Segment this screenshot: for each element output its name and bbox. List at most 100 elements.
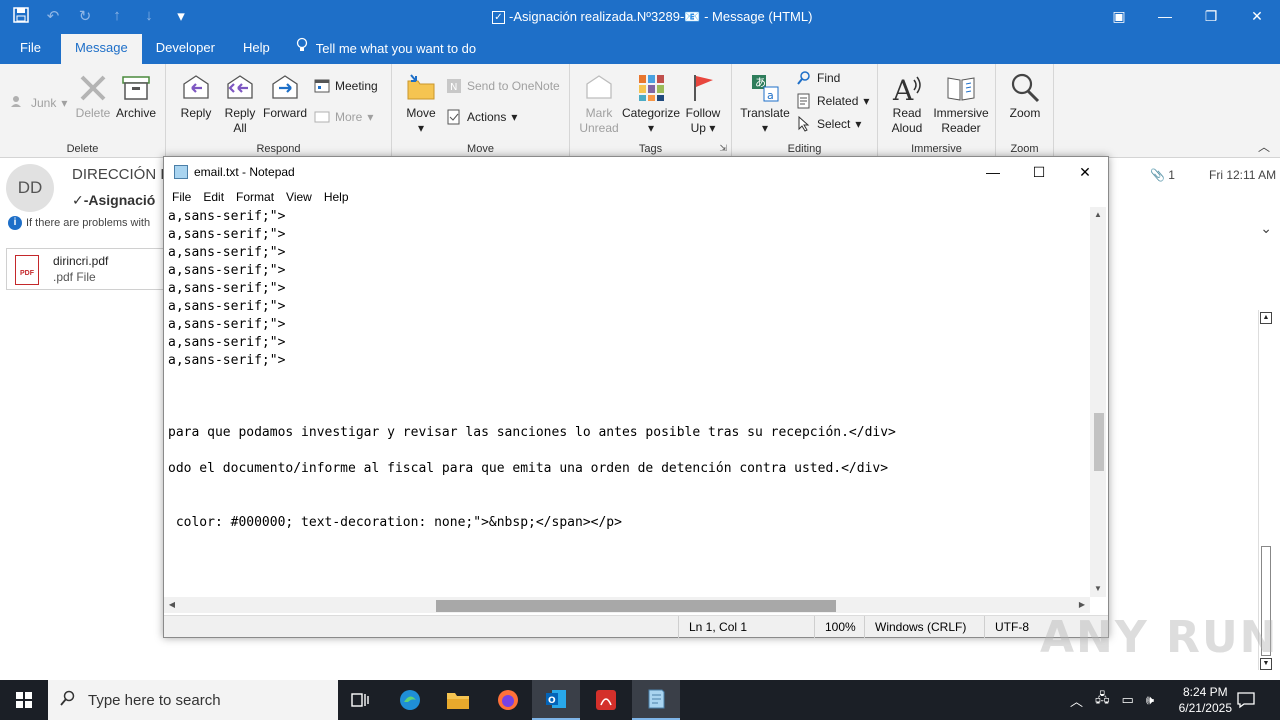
archive-button[interactable]: Archive [114,72,158,121]
minimize-button[interactable]: — [1142,0,1188,32]
dropdown-arrow-icon: ▾ [855,117,862,131]
notepad-vertical-scrollbar[interactable]: ▲ ▼ [1090,207,1106,597]
follow-label-1: Follow [685,106,721,120]
attachment-card[interactable]: PDF dirincri.pdf .pdf File [6,248,176,290]
notepad-maximize-button[interactable]: ☐ [1016,157,1062,187]
sender-name[interactable]: DIRECCIÓN D [72,166,171,183]
move-button[interactable]: Move ▾ [402,72,440,136]
notepad-text-area[interactable]: a,sans-serif;"> a,sans-serif;"> a,sans-s… [168,207,1092,597]
delete-button[interactable]: Delete [74,72,112,121]
tab-developer[interactable]: Developer [142,34,229,64]
show-hidden-icons-icon[interactable]: ︿ [1070,691,1083,710]
ribbon-display-options-icon[interactable]: ▣ [1096,0,1142,32]
task-view-button[interactable] [336,680,384,720]
find-button[interactable]: Find [796,70,840,86]
reply-button[interactable]: Reply [176,72,216,121]
lightbulb-icon [296,35,308,63]
text-line: para que podamos investigar y revisar la… [168,425,896,440]
actions-icon [446,109,462,125]
dialog-launcher-icon[interactable]: ⇲ [719,143,727,154]
select-label: Select [817,117,851,131]
collapse-ribbon-icon[interactable]: ︿ [1258,138,1270,155]
taskbar-notepad[interactable] [632,680,680,720]
group-label-respond: Respond [256,143,301,155]
zoom-button[interactable]: Zoom [1002,72,1048,121]
follow-up-button[interactable]: Follow Up ▾ [682,72,724,136]
tab-file[interactable]: File [0,34,61,64]
undo-icon[interactable]: ↶ [44,7,62,27]
menu-file[interactable]: File [172,187,199,207]
horizontal-scrollbar-thumb[interactable] [436,600,836,612]
avatar: DD [6,164,54,212]
categorize-button[interactable]: Categorize ▾ [622,72,680,136]
translate-button[interactable]: あa Translate ▾ [738,72,792,136]
actions-button[interactable]: Actions ▾ [446,109,517,125]
text-line: a,sans-serif;"> [168,263,286,278]
menu-edit[interactable]: Edit [203,187,232,207]
previous-item-icon[interactable]: ↑ [108,7,126,27]
select-button[interactable]: Select ▾ [796,115,862,132]
customize-qat-icon[interactable]: ▾ [172,7,190,27]
reply-all-label-2: All [233,121,247,135]
mark-unread-button[interactable]: Mark Unread [578,72,620,136]
scroll-up-arrow-icon[interactable]: ▲ [1260,312,1272,324]
network-icon[interactable]: 🖧 [1095,689,1110,711]
volume-icon[interactable]: 🕪 [1146,692,1154,708]
taskbar-file-explorer[interactable] [434,680,482,720]
read-aloud-button[interactable]: A Read Aloud [884,72,930,136]
taskbar: Type here to search O ︿ 🖧 ▭ 🕪 8:24 PM 6/… [0,680,1280,720]
dropdown-arrow-icon: ▾ [367,110,374,124]
notepad-close-button[interactable]: ✕ [1062,157,1108,187]
forward-button[interactable]: Forward [262,72,308,121]
taskbar-edge[interactable] [386,680,434,720]
notepad-minimize-button[interactable]: — [970,157,1016,187]
vertical-scrollbar-thumb[interactable] [1094,413,1104,471]
notification-center-button[interactable] [1222,680,1270,720]
group-label-editing: Editing [787,143,822,155]
redo-icon[interactable]: ↻ [76,7,94,27]
scroll-down-arrow-icon[interactable]: ▼ [1090,581,1106,597]
more-button[interactable]: More ▾ [314,109,373,125]
save-icon[interactable] [12,7,30,27]
read-aloud-label-2: Aloud [891,121,923,135]
junk-label: Junk [31,95,57,110]
menu-format[interactable]: Format [236,187,282,207]
taskbar-acrobat[interactable] [582,680,630,720]
scroll-up-arrow-icon[interactable]: ▲ [1090,207,1106,223]
group-label-tags: Tags [638,143,663,155]
status-zoom: 100% [814,616,866,638]
menu-help[interactable]: Help [324,187,357,207]
outlook-title-bar: ↶ ↻ ↑ ↓ ▾ ✓ -Asignación realizada.Nº3289… [0,0,1280,34]
taskbar-search-box[interactable]: Type here to search [48,680,338,720]
close-button[interactable]: ✕ [1234,0,1280,32]
immersive-label-2: Reader [941,121,981,135]
scroll-right-arrow-icon[interactable]: ▶ [1074,597,1090,613]
junk-button[interactable]: Junk ▾ [10,94,67,111]
categorize-label: Categorize [622,106,681,120]
next-item-icon[interactable]: ↓ [140,7,158,27]
meeting-button[interactable]: Meeting [314,78,378,94]
immersive-reader-button[interactable]: Immersive Reader [930,72,992,136]
notepad-icon [648,689,665,709]
reply-all-button[interactable]: Reply All [220,72,260,136]
more-label: More [335,110,363,124]
taskbar-outlook[interactable]: O [532,680,580,720]
task-view-icon [351,693,369,707]
scroll-left-arrow-icon[interactable]: ◀ [164,597,180,613]
notepad-horizontal-scrollbar[interactable]: ◀ ▶ [164,597,1090,613]
info-bar[interactable]: i If there are problems with [8,216,150,230]
tab-help[interactable]: Help [229,34,284,64]
tab-message[interactable]: Message [60,34,142,64]
send-to-onenote-button[interactable]: N Send to OneNote [446,78,560,94]
tell-me-box[interactable]: Tell me what you want to do [284,34,490,64]
start-button[interactable] [0,680,48,720]
menu-view[interactable]: View [286,187,320,207]
related-button[interactable]: Related ▾ [796,93,869,109]
maximize-button[interactable]: ❐ [1188,0,1234,32]
message-date: Fri 12:11 AM [1209,168,1277,182]
taskbar-firefox[interactable] [484,680,532,720]
svg-text:a: a [767,89,774,102]
group-delete: Junk ▾ Delete Archive Delete [0,64,166,158]
wifi-icon[interactable]: ▭ [1122,692,1134,708]
expand-header-chevron-icon[interactable]: ⌄ [1260,220,1272,237]
